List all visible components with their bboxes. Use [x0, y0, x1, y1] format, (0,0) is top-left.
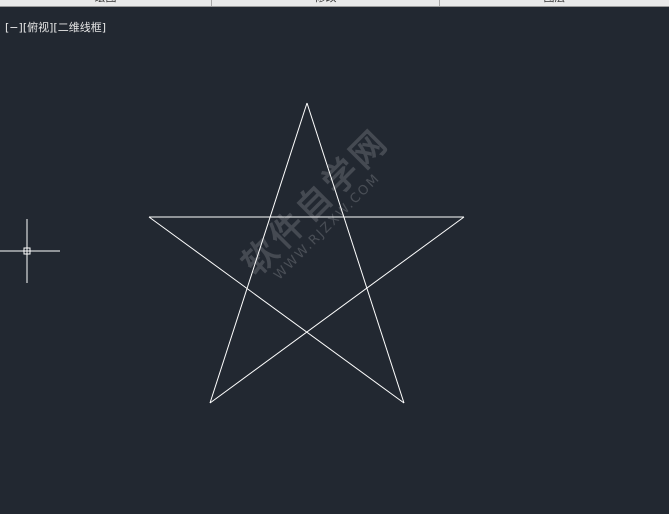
- drawing-viewport[interactable]: [−][俯视][二维线框] 软件自学网 WWW.RJZXW.COM: [0, 7, 669, 514]
- crosshair-pickbox-icon: [0, 219, 60, 283]
- ribbon-panel-modify-label: 修改: [212, 0, 439, 4]
- star-line-bottom-right-to-top[interactable]: [306, 102, 405, 404]
- ribbon-panel-modify[interactable]: 修改: [212, 0, 440, 6]
- ribbon-panel-draw[interactable]: 绘图: [0, 0, 212, 6]
- ribbon-panel-layers-label: 图层: [440, 0, 669, 4]
- ribbon-panel-strip: 绘图 修改 图层: [0, 0, 669, 7]
- star-line-top-to-bottom-left[interactable]: [209, 102, 308, 404]
- cad-application: 绘图 修改 图层 [−][俯视][二维线框] 软件自学网 WWW.RJZXW.C…: [0, 0, 669, 514]
- drawing-canvas: [0, 102, 465, 404]
- star-line-left-to-bottom-right[interactable]: [148, 216, 405, 404]
- star-line-bottom-left-to-right[interactable]: [209, 216, 465, 404]
- star-shape[interactable]: [148, 102, 465, 404]
- ribbon-panel-layers[interactable]: 图层: [440, 0, 669, 6]
- ribbon-panel-draw-label: 绘图: [0, 0, 211, 4]
